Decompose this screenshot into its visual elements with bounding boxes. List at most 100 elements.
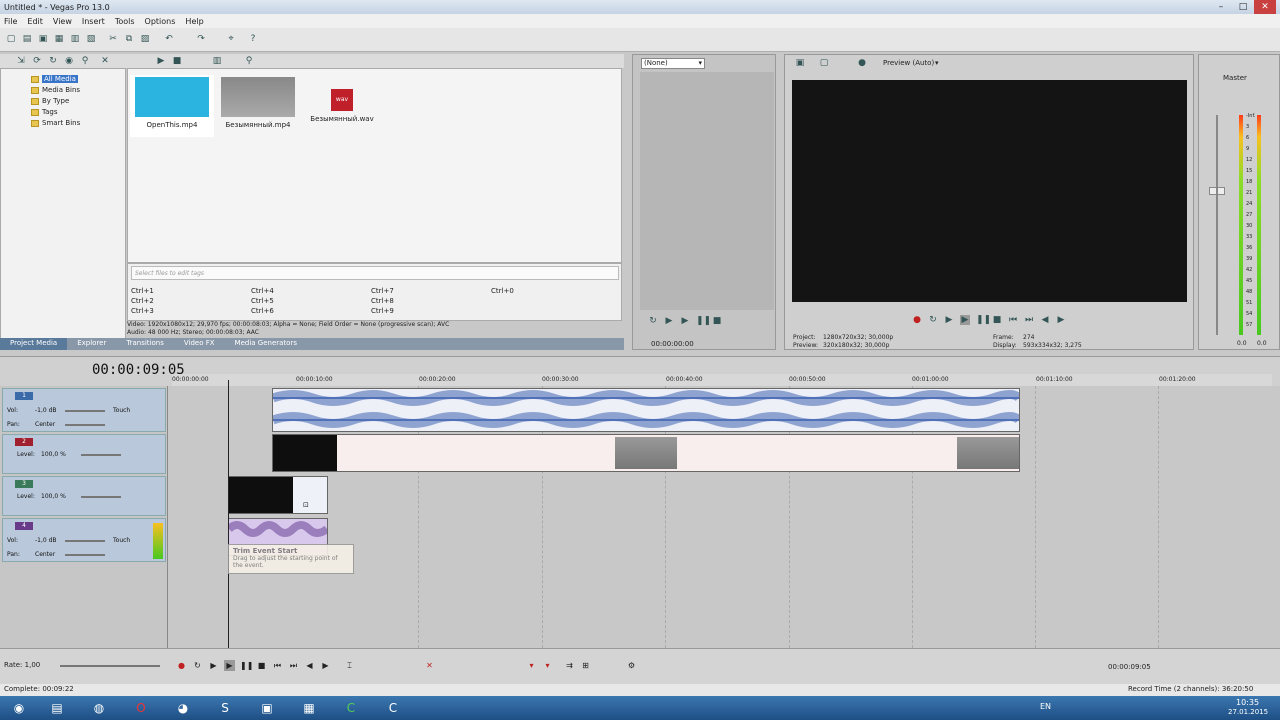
tag-shortcut[interactable]: Ctrl+3 xyxy=(131,307,154,315)
opera-icon[interactable]: O xyxy=(124,697,158,719)
tab-video-fx[interactable]: Video FX xyxy=(174,338,225,350)
tag-shortcut[interactable]: Ctrl+4 xyxy=(251,287,274,295)
vol-slider[interactable] xyxy=(65,540,105,542)
vol-slider[interactable] xyxy=(65,410,105,412)
record-icon[interactable]: ● xyxy=(912,315,922,325)
play-icon[interactable]: ▶ xyxy=(224,660,235,671)
tree-item-tags[interactable]: Tags xyxy=(31,108,58,116)
level-slider[interactable] xyxy=(81,454,121,456)
menu-options[interactable]: Options xyxy=(145,17,176,26)
help-icon[interactable]: ? xyxy=(248,34,258,44)
track-header-1[interactable]: 1 Vol: -1,0 dB Touch Pan: Center xyxy=(2,388,166,432)
refresh-icon[interactable]: ↻ xyxy=(48,56,58,66)
automation-mode[interactable]: Touch xyxy=(113,537,130,544)
minimize-button[interactable]: – xyxy=(1210,0,1232,14)
stop-icon[interactable]: ■ xyxy=(992,315,1002,325)
video-event-track-2[interactable] xyxy=(272,434,1020,472)
settings-icon[interactable]: ⚙ xyxy=(626,660,637,671)
trimmer-view[interactable] xyxy=(640,72,774,310)
cut-icon[interactable]: ✂ xyxy=(108,34,118,44)
tab-transitions[interactable]: Transitions xyxy=(116,338,174,350)
undo-icon[interactable]: ↶ xyxy=(164,34,174,44)
external-monitor-icon[interactable]: ▢ xyxy=(819,58,829,68)
prev-frame-icon[interactable]: ◀ xyxy=(304,660,315,671)
tag-shortcut[interactable]: Ctrl+6 xyxy=(251,307,274,315)
record-icon[interactable]: ● xyxy=(176,660,187,671)
tag-shortcut[interactable]: Ctrl+2 xyxy=(131,297,154,305)
go-to-end-icon[interactable]: ⏭ xyxy=(1024,315,1034,325)
loop-icon[interactable]: ↻ xyxy=(928,315,938,325)
tag-shortcut[interactable]: Ctrl+1 xyxy=(131,287,154,295)
save-icon[interactable]: ▣ xyxy=(38,34,48,44)
stop-icon[interactable]: ■ xyxy=(172,56,182,66)
pan-slider[interactable] xyxy=(65,424,105,426)
clock-time[interactable]: 10:35 xyxy=(1236,698,1259,707)
tree-item-all-media[interactable]: All Media xyxy=(31,75,78,83)
loop-icon[interactable]: ↻ xyxy=(192,660,203,671)
media-item-openthis[interactable]: OpenThis.mp4 xyxy=(130,75,214,137)
timeline-timecode[interactable]: 00:00:09:05 xyxy=(92,362,185,378)
search-media-icon[interactable]: ⚲ xyxy=(244,56,254,66)
tree-item-media-bins[interactable]: Media Bins xyxy=(31,86,80,94)
menu-file[interactable]: File xyxy=(4,17,17,26)
menu-view[interactable]: View xyxy=(53,17,72,26)
time-ruler[interactable]: 00:00:00:00 00:00:10:00 00:00:20:00 00:0… xyxy=(172,374,1272,386)
play-icon[interactable]: ▶ xyxy=(960,315,970,325)
get-media-icon[interactable]: ◉ xyxy=(64,56,74,66)
chrome-icon[interactable]: ◕ xyxy=(166,697,200,719)
save-as-icon[interactable]: ▦ xyxy=(54,34,64,44)
video-event-track-3[interactable]: ⊡ xyxy=(228,476,328,514)
menu-tools[interactable]: Tools xyxy=(115,17,135,26)
preview-settings-icon[interactable]: ▣ xyxy=(795,58,805,68)
camtasia-icon[interactable]: C xyxy=(334,697,368,719)
properties-icon[interactable]: ▧ xyxy=(86,34,96,44)
track-header-3[interactable]: 3 Level: 100,0 % xyxy=(2,476,166,516)
pause-icon[interactable]: ❚❚ xyxy=(240,660,253,671)
menu-help[interactable]: Help xyxy=(185,17,203,26)
app-icon[interactable]: C xyxy=(376,697,410,719)
capture-icon[interactable]: ⟳ xyxy=(32,56,42,66)
tree-item-by-type[interactable]: By Type xyxy=(31,97,69,105)
lock-envelopes-icon[interactable]: ⊞ xyxy=(580,660,591,671)
go-to-start-icon[interactable]: ⏮ xyxy=(272,660,283,671)
snap-icon[interactable]: ⌖ xyxy=(226,34,236,44)
next-frame-icon[interactable]: ▶ xyxy=(320,660,331,671)
stop-icon[interactable]: ■ xyxy=(256,660,267,671)
rate-slider[interactable] xyxy=(60,665,160,667)
tag-shortcut[interactable]: Ctrl+9 xyxy=(371,307,394,315)
tag-shortcut[interactable]: Ctrl+5 xyxy=(251,297,274,305)
redo-icon[interactable]: ↷ xyxy=(196,34,206,44)
open-icon[interactable]: ▤ xyxy=(22,34,32,44)
paste-icon[interactable]: ▨ xyxy=(140,34,150,44)
loop-icon[interactable]: ↻ xyxy=(648,316,658,326)
pause-icon[interactable]: ❚❚ xyxy=(696,316,711,326)
play-from-start-icon[interactable]: ▶ xyxy=(208,660,219,671)
play-icon[interactable]: ▶ xyxy=(156,56,166,66)
edit-tool-icon[interactable]: ⌶ xyxy=(344,660,355,671)
track-header-2[interactable]: 2 Level: 100,0 % xyxy=(2,434,166,474)
app-icon[interactable]: ▦ xyxy=(292,697,326,719)
tag-shortcut[interactable]: Ctrl+7 xyxy=(371,287,394,295)
prev-frame-icon[interactable]: ◀ xyxy=(1040,315,1050,325)
tab-explorer[interactable]: Explorer xyxy=(67,338,116,350)
maximize-button[interactable]: □ xyxy=(1232,0,1254,14)
play-from-start-icon[interactable]: ▶ xyxy=(680,316,690,326)
menu-insert[interactable]: Insert xyxy=(82,17,105,26)
trimmer-dropdown[interactable]: (None) ▾ xyxy=(641,58,705,69)
pan-slider[interactable] xyxy=(65,554,105,556)
playhead-cursor[interactable] xyxy=(228,380,229,648)
views-icon[interactable]: ▥ xyxy=(212,56,222,66)
search-icon[interactable]: ⚲ xyxy=(80,56,90,66)
media-item-audio[interactable]: wav Безымянный.wav xyxy=(300,75,384,137)
start-button-icon[interactable]: ◉ xyxy=(2,697,36,719)
tree-item-smart-bins[interactable]: Smart Bins xyxy=(31,119,80,127)
media-item-video[interactable]: Безымянный.mp4 xyxy=(216,75,300,137)
vegas-icon[interactable]: ▣ xyxy=(250,697,284,719)
import-icon[interactable]: ⇲ xyxy=(16,56,26,66)
preview-mode-dropdown[interactable]: Preview (Auto) xyxy=(883,59,934,67)
tags-input[interactable]: Select files to edit tags xyxy=(131,266,619,280)
go-to-end-icon[interactable]: ⏭ xyxy=(288,660,299,671)
play-icon[interactable]: ▶ xyxy=(664,316,674,326)
close-button[interactable]: ✕ xyxy=(1254,0,1276,14)
automation-mode[interactable]: Touch xyxy=(113,407,130,414)
